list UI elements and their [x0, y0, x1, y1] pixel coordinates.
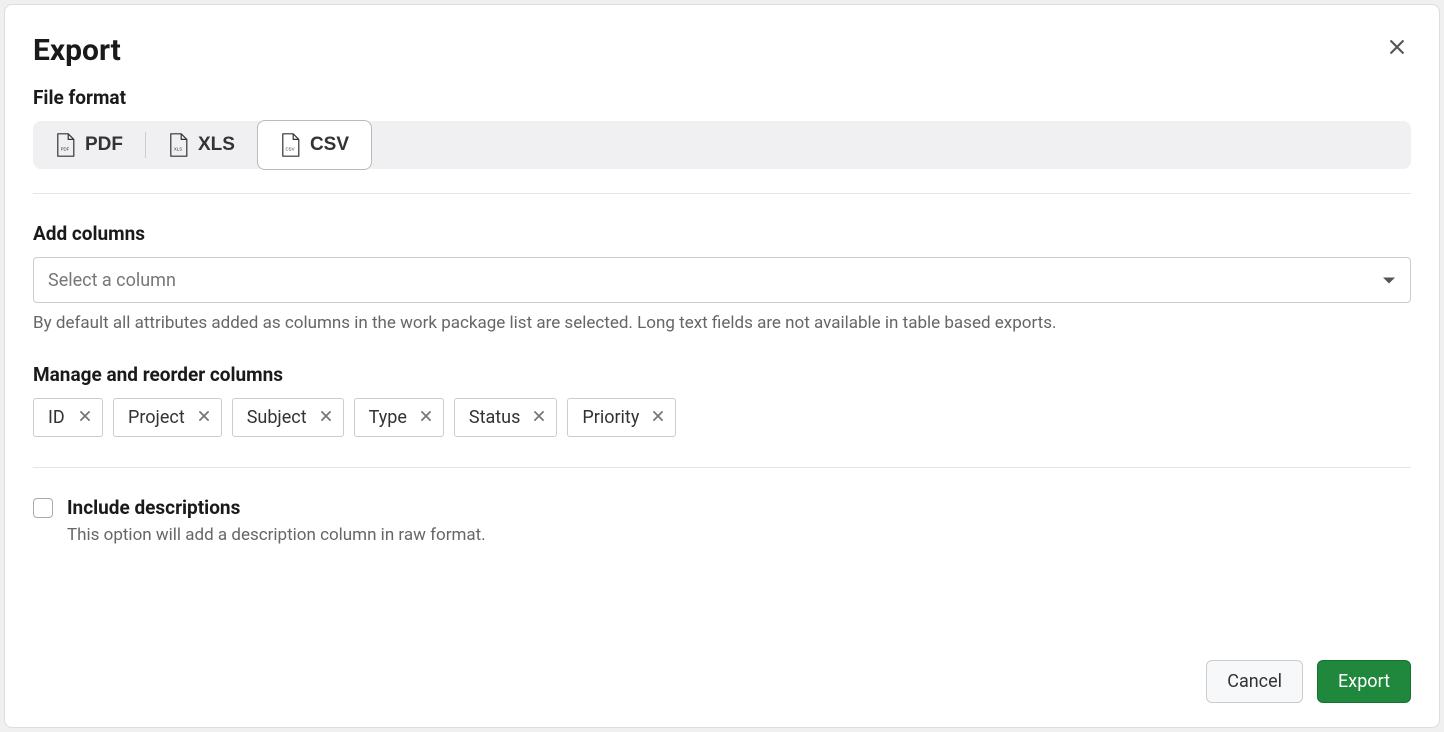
add-columns-label: Add columns: [33, 222, 1411, 245]
column-chip[interactable]: Status: [454, 398, 557, 437]
close-button[interactable]: [1383, 33, 1411, 64]
close-icon: [78, 409, 92, 426]
file-icon: PDF: [55, 133, 75, 157]
close-icon: [1387, 37, 1407, 60]
column-chip-remove[interactable]: [651, 409, 665, 426]
close-icon: [532, 409, 546, 426]
column-chip-label: ID: [48, 407, 65, 428]
cancel-button[interactable]: Cancel: [1206, 660, 1303, 703]
add-column-select[interactable]: Select a column: [33, 257, 1411, 303]
file-icon: CSV: [280, 133, 300, 157]
format-label: XLS: [198, 134, 235, 156]
column-chip-remove[interactable]: [197, 409, 211, 426]
close-icon: [319, 409, 333, 426]
column-chip-remove[interactable]: [78, 409, 92, 426]
column-chip-list: ID Project Subject Type Status Priority: [33, 398, 1411, 437]
dialog-title: Export: [33, 33, 1411, 68]
column-chip-label: Priority: [582, 407, 639, 428]
column-chip[interactable]: Subject: [232, 398, 344, 437]
svg-text:PDF: PDF: [61, 147, 70, 152]
include-descriptions-hint: This option will add a description colum…: [67, 525, 1411, 545]
column-chip-label: Status: [469, 407, 520, 428]
close-icon: [651, 409, 665, 426]
export-dialog: Export File format PDF PDF XLS XLS CSV C…: [4, 4, 1440, 728]
column-chip-label: Project: [128, 407, 185, 428]
select-placeholder: Select a column: [48, 270, 176, 291]
column-chip-label: Type: [369, 407, 407, 428]
format-option-xls[interactable]: XLS XLS: [146, 121, 257, 169]
export-button[interactable]: Export: [1317, 660, 1411, 703]
close-icon: [197, 409, 211, 426]
file-format-toggle: PDF PDF XLS XLS CSV CSV: [33, 121, 1411, 169]
dialog-footer: Cancel Export: [33, 660, 1411, 703]
close-icon: [419, 409, 433, 426]
column-chip-remove[interactable]: [419, 409, 433, 426]
column-chip-label: Subject: [247, 407, 307, 428]
file-icon: XLS: [168, 133, 188, 157]
column-chip[interactable]: Type: [354, 398, 444, 437]
format-option-pdf[interactable]: PDF PDF: [33, 121, 145, 169]
column-chip-remove[interactable]: [532, 409, 546, 426]
file-format-label: File format: [33, 86, 1411, 109]
column-chip-remove[interactable]: [319, 409, 333, 426]
manage-columns-label: Manage and reorder columns: [33, 363, 1411, 386]
column-chip[interactable]: Priority: [567, 398, 676, 437]
include-descriptions-checkbox[interactable]: [33, 498, 53, 518]
format-label: PDF: [85, 134, 123, 156]
format-option-csv[interactable]: CSV CSV: [257, 120, 372, 170]
svg-text:CSV: CSV: [285, 147, 294, 152]
include-descriptions-label: Include descriptions: [67, 496, 240, 519]
chevron-down-icon: [1382, 271, 1396, 290]
divider: [33, 193, 1411, 194]
column-chip[interactable]: ID: [33, 398, 103, 437]
add-columns-hint: By default all attributes added as colum…: [33, 313, 1411, 333]
column-chip[interactable]: Project: [113, 398, 222, 437]
format-label: CSV: [310, 134, 349, 156]
svg-text:XLS: XLS: [174, 147, 182, 152]
divider: [33, 467, 1411, 468]
